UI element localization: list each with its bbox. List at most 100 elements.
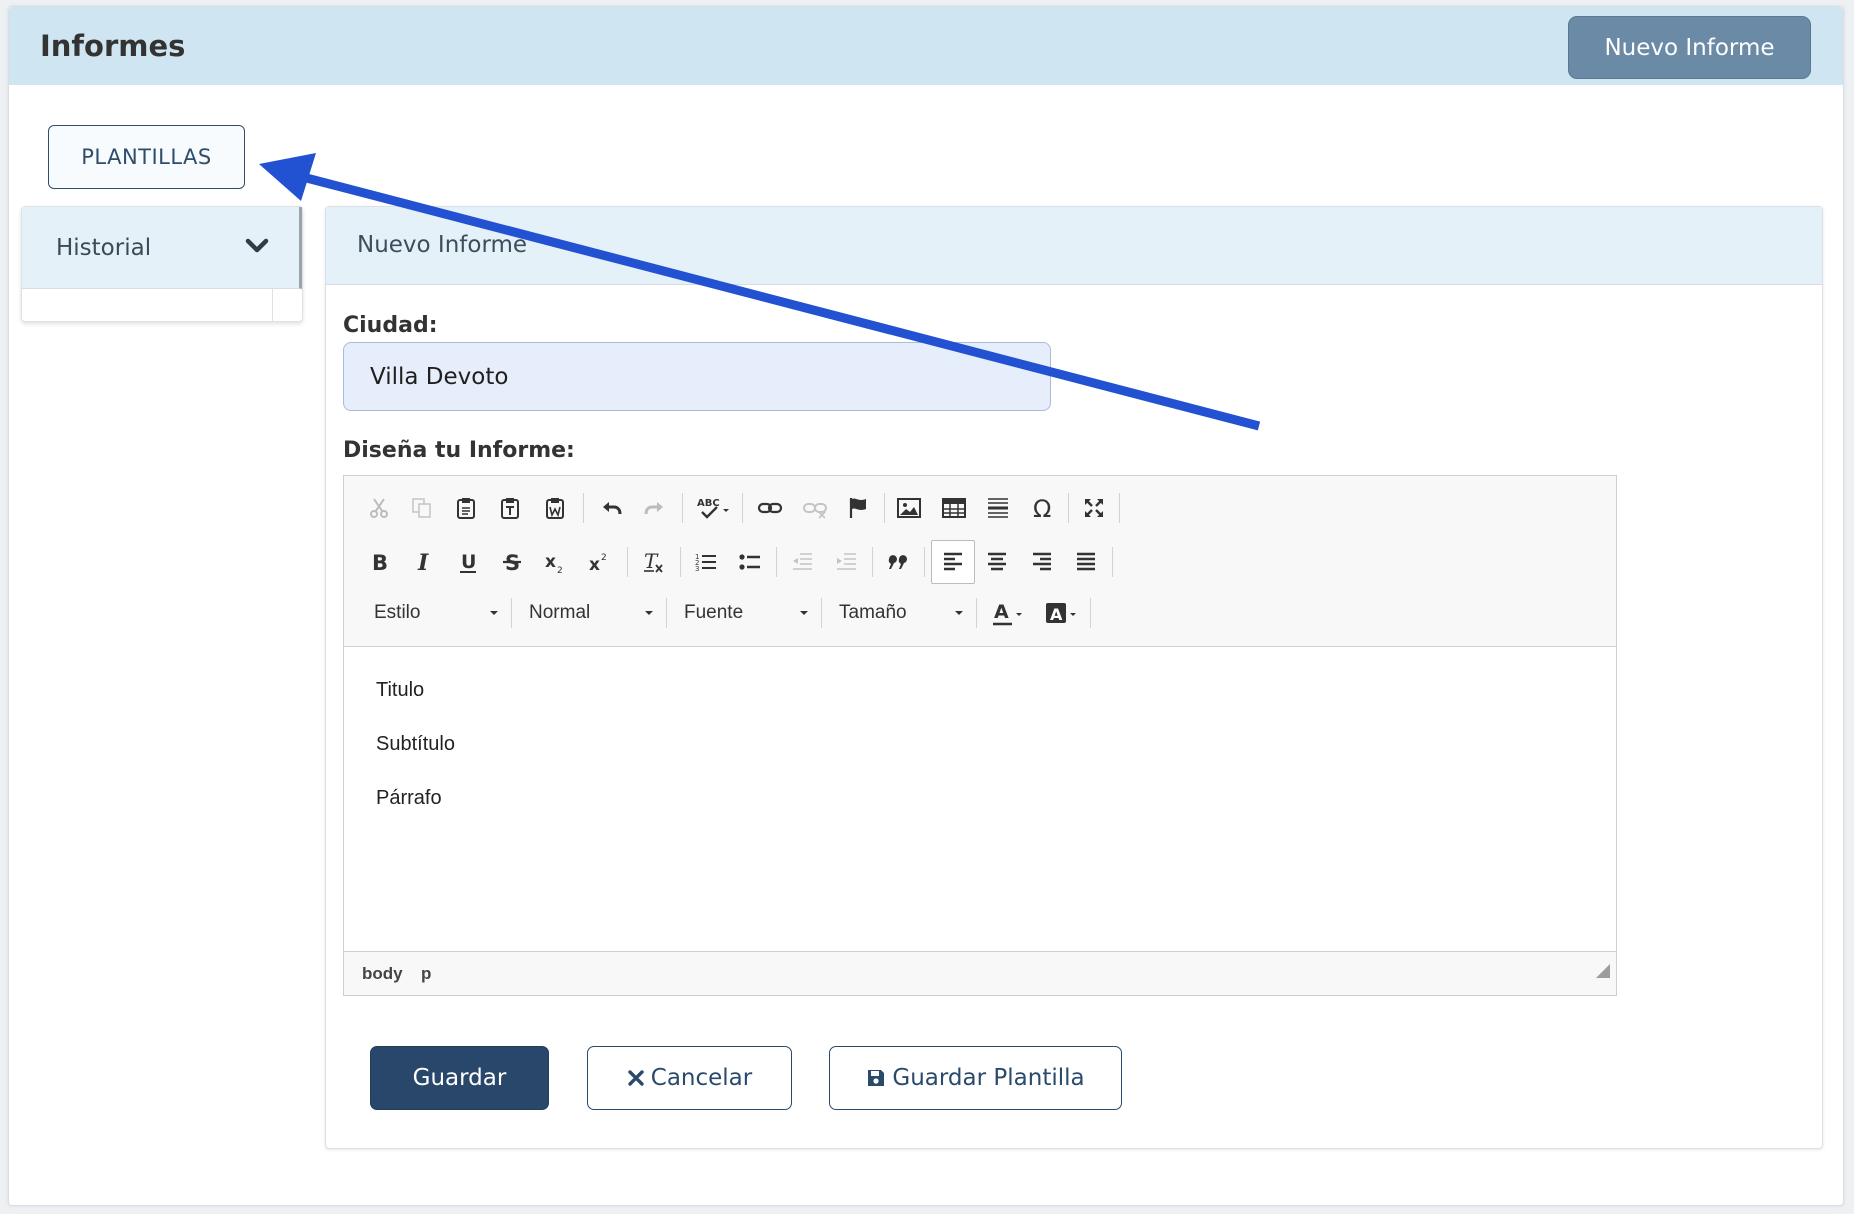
svg-text:A: A	[1050, 605, 1063, 624]
page-title: Informes	[40, 29, 186, 63]
save-button[interactable]: Guardar	[370, 1046, 549, 1110]
chevron-down-icon	[245, 238, 269, 253]
history-accordion-header[interactable]: Historial	[22, 207, 302, 289]
save-button-label: Guardar	[412, 1065, 507, 1091]
toolbar-separator	[1119, 493, 1120, 523]
background-color-icon[interactable]: A	[1039, 594, 1085, 632]
editor-content-area[interactable]: Titulo Subtítulo Párrafo	[344, 647, 1616, 952]
style-combo-label: Estilo	[374, 602, 421, 623]
toolbar-separator	[821, 598, 822, 628]
toolbar-separator	[682, 493, 683, 523]
spellcheck-icon[interactable]: ABC	[691, 489, 737, 527]
copy-icon[interactable]	[403, 489, 441, 527]
svg-text:T: T	[644, 549, 659, 573]
superscript-icon[interactable]: x2	[581, 543, 619, 581]
toolbar-separator	[1112, 547, 1113, 577]
cancel-button[interactable]: Cancelar	[587, 1046, 792, 1110]
toolbar-separator	[1068, 493, 1069, 523]
font-combo[interactable]: Fuente	[684, 594, 812, 632]
undo-icon[interactable]	[592, 489, 630, 527]
flag-icon[interactable]	[839, 489, 877, 527]
rich-text-editor: ABC Ω B I U S x 2 x 2 T 1 2 3 Estilo Nor…	[343, 475, 1617, 996]
chevron-down-icon	[800, 611, 808, 615]
svg-text:U: U	[461, 551, 476, 573]
size-combo-label: Tamaño	[839, 602, 907, 623]
style-combo[interactable]: Estilo	[374, 594, 502, 632]
svg-text:A: A	[994, 601, 1009, 623]
content-line-subtitle: Subtítulo	[376, 733, 455, 755]
align-center-icon[interactable]	[978, 543, 1016, 581]
editor-toolbar: ABC Ω B I U S x 2 x 2 T 1 2 3 Estilo Nor…	[344, 476, 1616, 647]
toolbar-separator	[627, 547, 628, 577]
size-combo[interactable]: Tamaño	[839, 594, 967, 632]
redo-icon[interactable]	[636, 489, 674, 527]
align-left-icon[interactable]	[931, 540, 975, 584]
format-combo-label: Normal	[529, 602, 591, 623]
svg-text:2: 2	[557, 566, 563, 574]
horizontal-rule-icon[interactable]	[979, 489, 1017, 527]
bold-icon[interactable]: B	[360, 543, 398, 581]
new-report-card: Nuevo Informe Ciudad: Diseña tu Informe:	[325, 206, 1823, 1149]
path-p[interactable]: p	[421, 964, 431, 984]
svg-text:x: x	[545, 552, 556, 572]
city-label: Ciudad:	[343, 313, 438, 338]
link-icon[interactable]	[751, 489, 789, 527]
paste-text-icon[interactable]	[491, 489, 529, 527]
new-report-button[interactable]: Nuevo Informe	[1568, 16, 1811, 79]
strikethrough-icon[interactable]: S	[493, 543, 531, 581]
city-input[interactable]	[343, 342, 1051, 411]
cancel-button-label: Cancelar	[650, 1065, 753, 1091]
paste-icon[interactable]	[447, 489, 485, 527]
save-template-button[interactable]: Guardar Plantilla	[829, 1046, 1122, 1110]
unlink-icon[interactable]	[796, 489, 834, 527]
templates-button[interactable]: PLANTILLAS	[48, 125, 245, 189]
toolbar-separator	[666, 598, 667, 628]
floppy-disk-icon	[866, 1068, 886, 1088]
toolbar-separator	[884, 493, 885, 523]
font-combo-label: Fuente	[684, 602, 744, 623]
close-icon	[627, 1069, 645, 1087]
toolbar-separator	[872, 547, 873, 577]
text-color-icon[interactable]: A	[986, 594, 1032, 632]
format-combo[interactable]: Normal	[529, 594, 657, 632]
path-body[interactable]: body	[362, 964, 403, 984]
svg-text:3: 3	[695, 565, 699, 573]
cut-icon[interactable]	[360, 489, 398, 527]
editor-element-path: body p	[344, 951, 1616, 995]
content-line-paragraph: Párrafo	[376, 787, 442, 809]
history-panel: Historial	[21, 206, 303, 322]
top-bar: Informes Nuevo Informe	[9, 7, 1843, 85]
svg-text:B: B	[372, 551, 388, 574]
remove-format-icon[interactable]: T	[634, 543, 672, 581]
align-justify-icon[interactable]	[1067, 543, 1105, 581]
toolbar-separator	[583, 493, 584, 523]
card-header: Nuevo Informe	[326, 207, 1822, 285]
design-label: Diseña tu Informe:	[343, 438, 575, 463]
content-line-title: Titulo	[376, 679, 425, 701]
toolbar-separator	[511, 598, 512, 628]
blockquote-icon[interactable]	[879, 543, 917, 581]
table-icon[interactable]	[935, 489, 973, 527]
outdent-icon[interactable]	[783, 543, 821, 581]
svg-text:x: x	[589, 555, 600, 574]
subscript-icon[interactable]: x2	[537, 543, 575, 581]
toolbar-separator	[742, 493, 743, 523]
card-title: Nuevo Informe	[357, 232, 528, 258]
maximize-icon[interactable]	[1075, 489, 1113, 527]
image-icon[interactable]	[890, 489, 928, 527]
chevron-down-icon	[955, 611, 963, 615]
numbered-list-icon[interactable]: 123	[687, 543, 725, 581]
italic-icon[interactable]: I	[405, 543, 443, 581]
special-char-icon[interactable]: Ω	[1024, 489, 1062, 527]
svg-text:I: I	[417, 550, 429, 574]
resize-handle-icon[interactable]	[1596, 964, 1610, 978]
svg-text:2: 2	[601, 553, 607, 563]
align-right-icon[interactable]	[1023, 543, 1061, 581]
bullet-list-icon[interactable]	[731, 543, 769, 581]
toolbar-separator	[1090, 598, 1091, 628]
toolbar-separator	[924, 547, 925, 577]
history-label: Historial	[56, 235, 152, 261]
paste-word-icon[interactable]	[536, 489, 574, 527]
indent-icon[interactable]	[827, 543, 865, 581]
underline-icon[interactable]: U	[449, 543, 487, 581]
